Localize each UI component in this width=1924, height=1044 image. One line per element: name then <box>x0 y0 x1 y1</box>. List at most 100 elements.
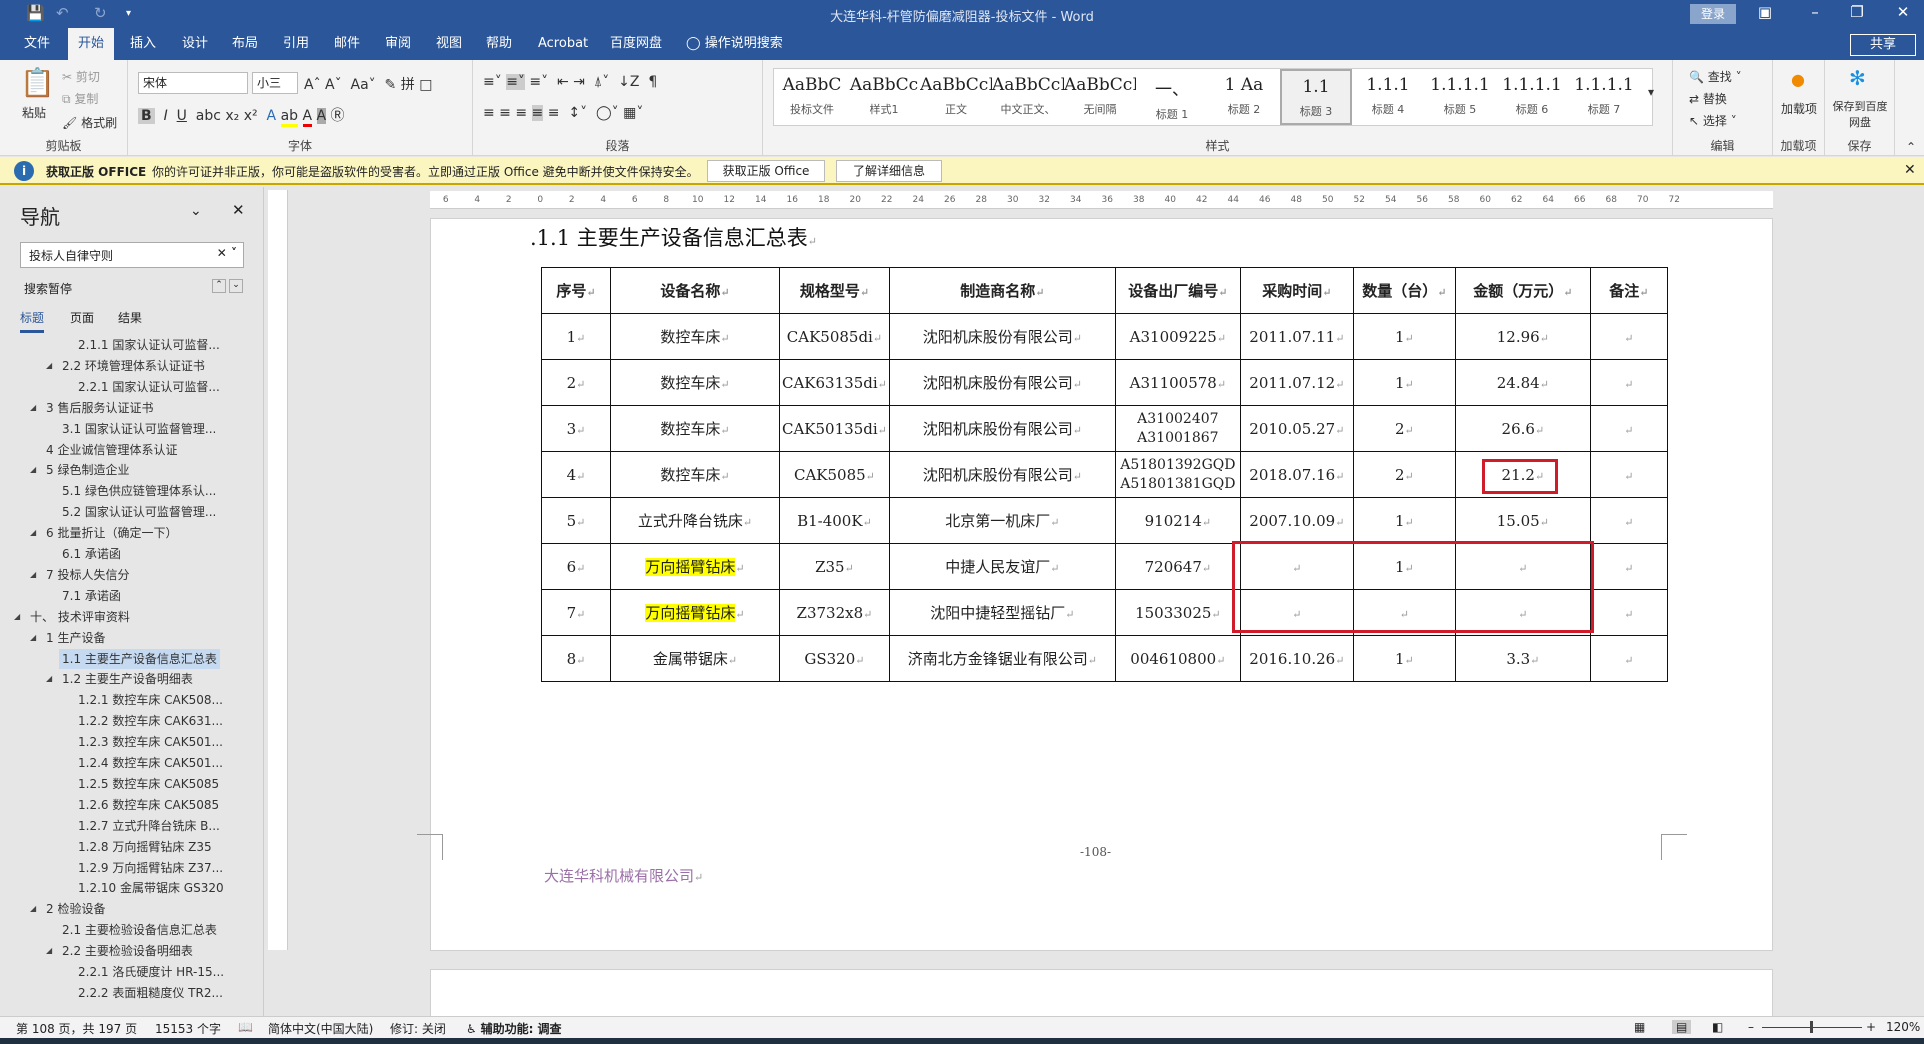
table-cell[interactable]: 4↵ <box>541 451 611 498</box>
tab-view[interactable]: 视图 <box>426 28 472 60</box>
proofing-icon[interactable]: 📖 <box>238 1020 253 1034</box>
nav-heading-item[interactable]: 1.2 主要生产设备明细表 <box>59 669 196 689</box>
table-cell[interactable]: 数控车床↵ <box>610 359 780 406</box>
table-cell[interactable]: CAK50135di↵ <box>779 405 890 452</box>
collapse-triangle-icon[interactable]: ◢ <box>46 361 52 370</box>
table-cell[interactable]: 数控车床↵ <box>610 451 780 498</box>
nav-heading-item[interactable]: 5 绿色制造企业 <box>43 460 132 480</box>
nav-heading-item[interactable]: 7 投标人失信分 <box>43 565 132 585</box>
tab-file[interactable]: 文件 <box>14 28 60 60</box>
table-cell[interactable]: 1↵ <box>1352 313 1456 360</box>
section-heading[interactable]: .1.1 主要生产设备信息汇总表↵ <box>530 222 817 252</box>
styles-more-icon[interactable]: ▾ <box>1648 85 1654 99</box>
nav-heading-item[interactable]: 1.2.5 数控车床 CAK5085 <box>75 774 222 794</box>
table-cell[interactable]: 2↵ <box>1352 405 1456 452</box>
table-cell[interactable]: CAK5085di↵ <box>779 313 890 360</box>
addins-button[interactable]: 加载项 <box>1781 100 1817 117</box>
table-cell[interactable]: 2011.07.12↵ <box>1239 359 1354 406</box>
find-button[interactable]: 🔍 查找 ˅ <box>1689 68 1742 85</box>
save-to-netdisk-button[interactable]: 保存到百度网盘 <box>1829 98 1891 130</box>
nav-heading-item[interactable]: 2.2.1 洛氏硬度计 HR-15... <box>75 962 227 982</box>
table-cell[interactable]: 2↵ <box>541 359 611 406</box>
table-cell[interactable]: A51801392GQD A51801381GQD <box>1114 451 1241 498</box>
table-cell[interactable]: 5↵ <box>541 497 611 544</box>
nav-heading-item[interactable]: 2.1 主要检验设备信息汇总表 <box>59 920 220 940</box>
table-cell[interactable]: ↵ <box>1589 589 1668 636</box>
style-item[interactable]: 1 Aa 标题 2 <box>1208 69 1280 125</box>
style-item[interactable]: 1.1 标题 3 <box>1280 69 1352 125</box>
prev-result-icon[interactable]: ⌃ <box>212 279 226 293</box>
table-cell[interactable]: A31009225↵ <box>1114 313 1241 360</box>
tab-baidu-netdisk[interactable]: 百度网盘 <box>600 28 672 60</box>
table-cell[interactable]: A31002407 A31001867 <box>1114 405 1241 452</box>
style-item[interactable]: AaBbCcDdI 无间隔 <box>1064 69 1136 125</box>
table-cell[interactable]: 万向摇臂钻床↵ <box>610 543 780 590</box>
nav-heading-item[interactable]: 3.1 国家认证认可监督管理... <box>59 419 219 439</box>
table-cell[interactable]: 8↵ <box>541 635 611 682</box>
nav-heading-item[interactable]: 6.1 承诺函 <box>59 544 124 564</box>
copy-button[interactable]: ⧉ 复制 <box>62 90 98 107</box>
table-cell[interactable]: 2018.07.16↵ <box>1239 451 1354 498</box>
nav-heading-item[interactable]: 1.2.6 数控车床 CAK5085 <box>75 795 222 815</box>
learn-more-button[interactable]: 了解详细信息 <box>836 160 942 182</box>
collapse-triangle-icon[interactable]: ◢ <box>14 612 20 621</box>
collapse-triangle-icon[interactable]: ◢ <box>30 570 36 579</box>
nav-close-icon[interactable]: ✕ <box>232 201 245 219</box>
accessibility-status[interactable]: ♿ 辅助功能: 调查 <box>466 1020 562 1037</box>
table-cell[interactable]: 北京第一机床厂↵ <box>888 497 1116 544</box>
table-cell[interactable]: ↵ <box>1589 451 1668 498</box>
table-cell[interactable]: A31100578↵ <box>1114 359 1241 406</box>
style-item[interactable]: 1.1.1.1 标题 6 <box>1496 69 1568 125</box>
web-layout-icon[interactable]: ◧ <box>1712 1020 1723 1034</box>
nav-heading-item[interactable]: 1 生产设备 <box>43 628 108 648</box>
table-cell[interactable]: 6↵ <box>541 543 611 590</box>
collapse-triangle-icon[interactable]: ◢ <box>30 633 36 642</box>
nav-heading-item[interactable]: 十、 技术评审资料 <box>27 607 133 627</box>
table-cell[interactable]: ↵ <box>1589 405 1668 452</box>
alignment-buttons[interactable]: ≡ ≡ ≡ ≡ ≡ ↕˅ ◯˅ ▦˅ <box>483 105 643 121</box>
nav-options-icon[interactable]: ⌄ <box>190 203 202 219</box>
share-button[interactable]: 共享 <box>1850 34 1916 56</box>
close-icon[interactable]: ✕ <box>1888 3 1918 21</box>
table-cell[interactable]: 24.84↵ <box>1454 359 1591 406</box>
page-count[interactable]: 第 108 页，共 197 页 <box>16 1020 137 1037</box>
nav-tab-pages[interactable]: 页面 <box>70 309 94 326</box>
table-cell[interactable]: 2007.10.09↵ <box>1239 497 1354 544</box>
table-cell[interactable]: 1↵ <box>541 313 611 360</box>
minimize-icon[interactable]: – <box>1800 3 1830 21</box>
nav-heading-item[interactable]: 1.1 主要生产设备信息汇总表 <box>59 648 220 669</box>
table-cell[interactable]: 立式升降台铣床↵ <box>610 497 780 544</box>
table-cell[interactable]: 3↵ <box>541 405 611 452</box>
nav-heading-item[interactable]: 2 检验设备 <box>43 899 108 919</box>
nav-heading-item[interactable]: 2.2 主要检验设备明细表 <box>59 941 196 961</box>
table-cell[interactable]: 2011.07.11↵ <box>1239 313 1354 360</box>
table-cell[interactable]: 数控车床↵ <box>610 313 780 360</box>
style-item[interactable]: 1.1.1.1 标题 5 <box>1424 69 1496 125</box>
nav-search-input[interactable]: 投标人自律守则 ✕ ˅ <box>20 242 244 268</box>
font-size-select[interactable]: 小三 <box>252 72 298 94</box>
table-cell[interactable]: 1↵ <box>1352 635 1456 682</box>
list-buttons[interactable]: ≡˅ ≡˅ ≡˅ ⇤ ⇥ ⍋˅ ↓Z ¶ <box>483 74 657 90</box>
nav-heading-item[interactable]: 1.2.2 数控车床 CAK631... <box>75 711 226 731</box>
tab-mailings[interactable]: 邮件 <box>324 28 370 60</box>
table-cell[interactable]: ↵ <box>1589 635 1668 682</box>
paste-icon[interactable]: 📋 <box>20 66 55 99</box>
table-cell[interactable]: 金属带锯床↵ <box>610 635 780 682</box>
nav-heading-item[interactable]: 2.2.1 国家认证认可监督... <box>75 377 223 397</box>
tell-me-search[interactable]: ◯ 操作说明搜索 <box>676 28 793 60</box>
table-cell[interactable]: 15033025↵ <box>1114 589 1241 636</box>
zoom-out-icon[interactable]: – <box>1748 1020 1754 1034</box>
tab-review[interactable]: 审阅 <box>375 28 421 60</box>
table-cell[interactable]: 2010.05.27↵ <box>1239 405 1354 452</box>
nav-heading-item[interactable]: 5.1 绿色供应链管理体系认... <box>59 481 219 501</box>
table-cell[interactable]: 万向摇臂钻床↵ <box>610 589 780 636</box>
table-cell[interactable]: 沈阳机床股份有限公司↵ <box>888 313 1116 360</box>
style-item[interactable]: 1.1.1 标题 4 <box>1352 69 1424 125</box>
login-button[interactable]: 登录 <box>1690 4 1736 24</box>
nav-heading-item[interactable]: 2.2.2 表面粗糙度仪 TR2... <box>75 983 226 1003</box>
table-cell[interactable]: CAK5085↵ <box>779 451 890 498</box>
tab-references[interactable]: 引用 <box>273 28 319 60</box>
table-cell[interactable]: ↵ <box>1589 359 1668 406</box>
collapse-triangle-icon[interactable]: ◢ <box>46 674 52 683</box>
clear-search-icon[interactable]: ✕ ˅ <box>217 246 237 260</box>
